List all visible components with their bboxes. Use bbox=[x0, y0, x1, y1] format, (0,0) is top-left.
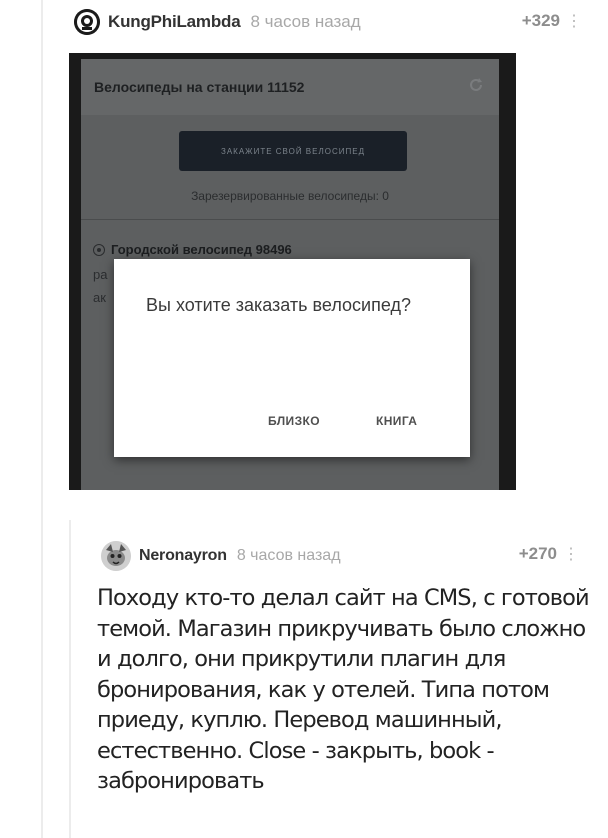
rating-value[interactable]: +270 bbox=[519, 544, 557, 564]
comment-image[interactable]: Велосипеды на станции 11152 ЗАКАЖИТЕ СВО… bbox=[69, 53, 516, 490]
app-divider bbox=[81, 219, 499, 220]
radio-selected-icon bbox=[93, 243, 105, 256]
username[interactable]: KungPhiLambda bbox=[108, 12, 241, 32]
avatar[interactable] bbox=[74, 9, 100, 35]
bike-detail-2: ак bbox=[93, 290, 106, 305]
comment-body: Походу кто-то делал сайт на CMS, с готов… bbox=[97, 585, 590, 794]
timestamp[interactable]: 8 часов назад bbox=[250, 12, 360, 32]
username[interactable]: Neronayron bbox=[139, 547, 227, 565]
rating-value[interactable]: +329 bbox=[522, 11, 560, 31]
avatar[interactable] bbox=[101, 541, 131, 571]
app-title: Велосипеды на станции 11152 bbox=[94, 79, 305, 95]
dialog-book-button: КНИГА bbox=[376, 414, 418, 428]
dialog-close-button: БЛИЗКО bbox=[268, 414, 320, 428]
comment-2-rating: +270 ⋮ bbox=[519, 544, 579, 564]
app-title-bar: Велосипеды на станции 11152 bbox=[81, 59, 499, 115]
bike-name: Городской велосипед 98496 bbox=[111, 242, 292, 257]
more-options-icon[interactable]: ⋮ bbox=[566, 11, 582, 31]
reserved-count: Зарезервированные велосипеды: 0 bbox=[191, 189, 389, 203]
comment-1-rating: +329 ⋮ bbox=[522, 11, 582, 31]
more-options-icon[interactable]: ⋮ bbox=[563, 544, 579, 564]
order-bike-button: ЗАКАЖИТЕ СВОЙ ВЕЛОСИПЕД bbox=[179, 131, 407, 171]
timestamp[interactable]: 8 часов назад bbox=[237, 547, 341, 565]
bike-detail-1: ра bbox=[93, 267, 108, 282]
avatar-icon bbox=[74, 9, 100, 35]
dialog-question: Вы хотите заказать велосипед? bbox=[146, 295, 411, 315]
avatar-icon bbox=[101, 541, 131, 571]
comment-1-header: KungPhiLambda 8 часов назад bbox=[74, 9, 361, 35]
thread-line-root[interactable] bbox=[41, 0, 43, 838]
refresh-icon bbox=[470, 78, 482, 91]
comment-2-header: Neronayron 8 часов назад bbox=[101, 541, 341, 571]
thread-line-reply[interactable] bbox=[69, 520, 71, 838]
bike-list-item: Городской велосипед 98496 bbox=[93, 242, 292, 257]
confirm-dialog: Вы хотите заказать велосипед? БЛИЗКО КНИ… bbox=[114, 259, 470, 457]
